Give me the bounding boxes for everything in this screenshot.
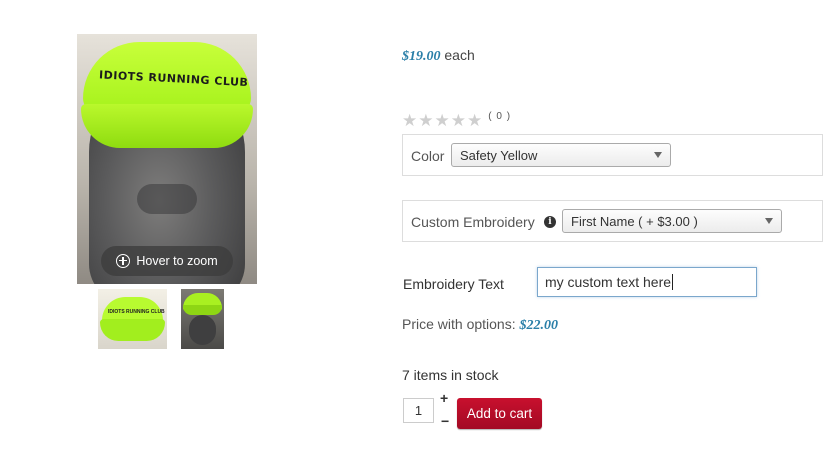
price-amount: $19.00: [402, 49, 441, 64]
product-price: $19.00 each: [402, 47, 475, 65]
color-label: Color: [411, 148, 445, 164]
price-unit: each: [444, 47, 475, 63]
embroidery-option-row: Custom Embroidery i First Name ( + $3.00…: [402, 200, 823, 242]
thumb-visor-brim: [183, 305, 222, 315]
hover-to-zoom-badge: Hover to zoom: [101, 246, 233, 276]
info-icon[interactable]: i: [544, 216, 556, 228]
embroidery-select[interactable]: First Name ( + $3.00 ): [562, 209, 782, 233]
color-option-row: Color Safety Yellow: [402, 134, 823, 176]
color-select[interactable]: Safety Yellow: [451, 143, 671, 167]
embroidery-select-value: First Name ( + $3.00 ): [571, 213, 698, 229]
star-icon[interactable]: ★: [467, 112, 482, 129]
embroidery-text-value: my custom text here: [545, 274, 672, 290]
text-cursor: [672, 274, 674, 290]
mannequin-face-shadow: [137, 184, 197, 214]
quantity-increment-button[interactable]: +: [440, 390, 448, 406]
price-with-options-label: Price with options:: [402, 316, 516, 332]
rating-count: ( 0 ): [488, 111, 512, 122]
embroidery-text-input[interactable]: my custom text here: [537, 267, 757, 297]
quantity-input[interactable]: 1: [403, 398, 434, 423]
star-icon[interactable]: ★: [418, 112, 433, 129]
thumb-cap-text: IDIOTS RUNNING CLUB: [108, 309, 165, 315]
color-select-value: Safety Yellow: [460, 147, 538, 163]
rating-stars[interactable]: ★ ★ ★ ★ ★ ( 0 ): [402, 111, 512, 129]
embroidery-text-label: Embroidery Text: [403, 276, 504, 292]
embroidery-label: Custom Embroidery: [411, 214, 535, 230]
quantity-decrement-button[interactable]: −: [441, 413, 449, 429]
zoom-plus-icon: [116, 254, 131, 268]
product-thumbnail-2[interactable]: [181, 289, 224, 349]
price-with-options: Price with options: $22.00: [402, 316, 558, 334]
add-to-cart-button[interactable]: Add to cart: [457, 398, 542, 429]
chevron-down-icon: [654, 152, 662, 158]
star-icon[interactable]: ★: [435, 112, 450, 129]
zoom-label: Hover to zoom: [136, 254, 218, 268]
stock-status: 7 items in stock: [402, 367, 499, 383]
chevron-down-icon: [765, 218, 773, 224]
thumb-mannequin-face: [189, 315, 216, 345]
price-with-options-amount: $22.00: [519, 318, 559, 333]
visor-brim: [81, 104, 253, 148]
product-main-image[interactable]: IDIOTS RUNNING CLUB Hover to zoom: [77, 34, 257, 284]
thumb-visor-brim: [100, 319, 165, 341]
product-thumbnail-1[interactable]: IDIOTS RUNNING CLUB: [98, 289, 167, 349]
star-icon[interactable]: ★: [402, 112, 417, 129]
star-icon[interactable]: ★: [451, 112, 466, 129]
